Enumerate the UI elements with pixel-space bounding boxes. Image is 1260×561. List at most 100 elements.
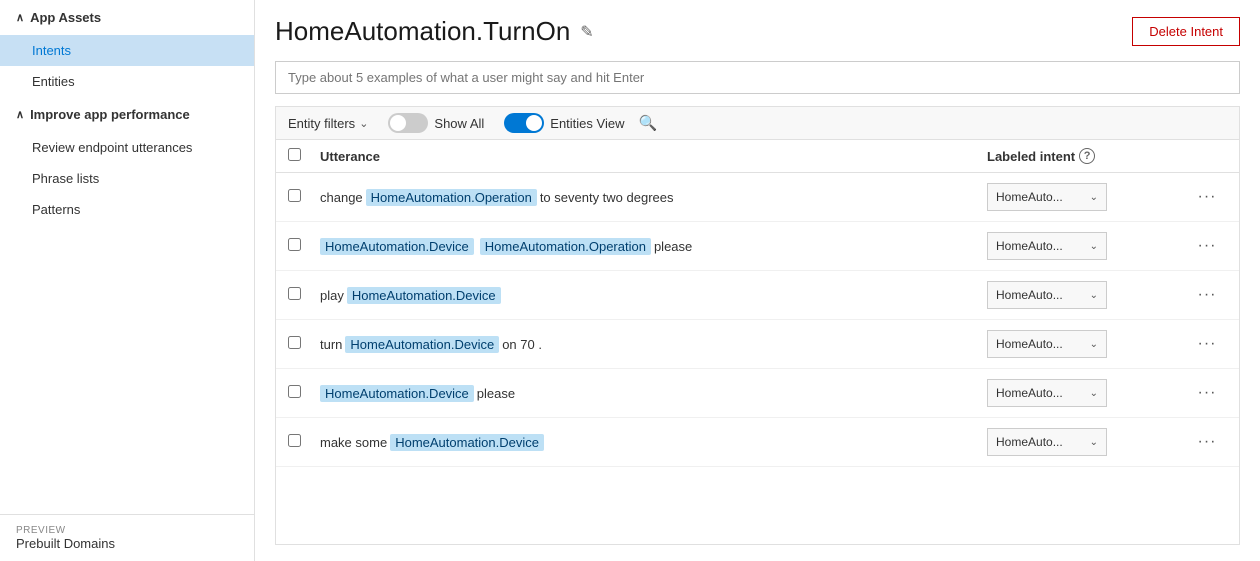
row-actions: ···	[1187, 237, 1227, 255]
row-more-button[interactable]: ···	[1194, 433, 1221, 451]
intent-label: HomeAuto...	[996, 190, 1086, 204]
table-body: change HomeAutomation.Operation to seven…	[276, 173, 1239, 467]
entity-filters-button[interactable]: Entity filters ⌄	[288, 116, 368, 131]
main-content: HomeAutomation.TurnOn ✎ Delete Intent En…	[255, 0, 1260, 561]
utterance-text: change HomeAutomation.Operation to seven…	[320, 189, 987, 206]
entities-view-label: Entities View	[550, 116, 624, 131]
col-labeled-intent-header: Labeled intent ?	[987, 148, 1187, 164]
intent-label: HomeAuto...	[996, 288, 1086, 302]
labeled-intent-cell: HomeAuto...⌄	[987, 281, 1187, 309]
row-checkbox	[288, 434, 312, 450]
review-label: Review endpoint utterances	[32, 140, 192, 155]
entities-toggle-knob	[526, 115, 542, 131]
table-row: play HomeAutomation.DeviceHomeAuto...⌄··…	[276, 271, 1239, 320]
labeled-intent-cell: HomeAuto...⌄	[987, 330, 1187, 358]
delete-intent-button[interactable]: Delete Intent	[1132, 17, 1240, 46]
entity-tag[interactable]: HomeAutomation.Operation	[480, 238, 651, 255]
search-icon: 🔍	[638, 115, 657, 132]
row-select-checkbox[interactable]	[288, 287, 301, 300]
intent-dropdown[interactable]: HomeAuto...⌄	[987, 428, 1107, 456]
sidebar-prebuilt-domains[interactable]: PREVIEW Prebuilt Domains	[0, 514, 254, 561]
sidebar-section-app-assets[interactable]: ∧ App Assets	[0, 0, 254, 35]
row-more-button[interactable]: ···	[1194, 188, 1221, 206]
utterance-plain-text: change	[320, 190, 363, 205]
utterance-plain-text: please	[654, 239, 692, 254]
row-actions: ···	[1187, 188, 1227, 206]
labeled-intent-help-icon[interactable]: ?	[1079, 148, 1095, 164]
row-checkbox	[288, 385, 312, 401]
intent-dropdown[interactable]: HomeAuto...⌄	[987, 183, 1107, 211]
row-select-checkbox[interactable]	[288, 385, 301, 398]
sidebar-item-phrase-lists[interactable]: Phrase lists	[0, 163, 254, 194]
table-row: turn HomeAutomation.Device on 70 .HomeAu…	[276, 320, 1239, 369]
app-assets-label: App Assets	[30, 10, 101, 25]
row-more-button[interactable]: ···	[1194, 335, 1221, 353]
entity-tag[interactable]: HomeAutomation.Device	[320, 385, 474, 402]
entities-view-toggle[interactable]	[504, 113, 544, 133]
utterance-text: turn HomeAutomation.Device on 70 .	[320, 336, 987, 353]
sidebar: ∧ App Assets Intents Entities ∧ Improve …	[0, 0, 255, 561]
row-select-checkbox[interactable]	[288, 189, 301, 202]
row-select-checkbox[interactable]	[288, 238, 301, 251]
row-checkbox	[288, 287, 312, 303]
utterance-text: HomeAutomation.Device HomeAutomation.Ope…	[320, 238, 987, 255]
intent-dropdown[interactable]: HomeAuto... ⌄	[987, 379, 1107, 407]
row-checkbox	[288, 336, 312, 352]
entity-tag[interactable]: HomeAutomation.Device	[347, 287, 501, 304]
labeled-intent-cell: HomeAuto...⌄	[987, 428, 1187, 456]
entity-tag[interactable]: HomeAutomation.Device	[320, 238, 474, 255]
select-all-input[interactable]	[288, 148, 301, 161]
intent-dropdown-chevron-icon: ⌄	[1090, 241, 1098, 252]
row-checkbox	[288, 189, 312, 205]
row-more-button[interactable]: ···	[1194, 384, 1221, 402]
intent-dropdown-chevron-icon: ⌄	[1090, 437, 1098, 448]
utterance-plain-text: play	[320, 288, 344, 303]
edit-title-icon[interactable]: ✎	[580, 22, 593, 42]
intent-dropdown[interactable]: HomeAuto...⌄	[987, 281, 1107, 309]
entities-view-toggle-group: Entities View	[504, 113, 624, 133]
entity-tag[interactable]: HomeAutomation.Operation	[366, 189, 537, 206]
select-all-checkbox[interactable]	[288, 148, 312, 164]
row-actions: ···	[1187, 335, 1227, 353]
page-title: HomeAutomation.TurnOn ✎	[275, 16, 594, 47]
sidebar-item-patterns[interactable]: Patterns	[0, 194, 254, 225]
sidebar-section-improve[interactable]: ∧ Improve app performance	[0, 97, 254, 132]
row-select-checkbox[interactable]	[288, 434, 301, 447]
utterances-table: Utterance Labeled intent ? change HomeAu…	[275, 140, 1240, 545]
page-title-text: HomeAutomation.TurnOn	[275, 16, 570, 47]
row-more-button[interactable]: ···	[1194, 286, 1221, 304]
intent-label: HomeAuto...	[996, 386, 1086, 400]
row-select-checkbox[interactable]	[288, 336, 301, 349]
utterance-search-input[interactable]	[275, 61, 1240, 94]
intent-label: HomeAuto...	[996, 239, 1086, 253]
labeled-intent-cell: HomeAuto... ⌄	[987, 379, 1187, 407]
intent-dropdown-chevron-icon: ⌄	[1090, 388, 1098, 399]
sidebar-item-review[interactable]: Review endpoint utterances	[0, 132, 254, 163]
entity-filters-label: Entity filters	[288, 116, 355, 131]
intent-dropdown[interactable]: HomeAuto...⌄	[987, 330, 1107, 358]
sidebar-item-entities[interactable]: Entities	[0, 66, 254, 97]
show-all-toggle-group: Show All	[388, 113, 484, 133]
patterns-label: Patterns	[32, 202, 80, 217]
intent-dropdown[interactable]: HomeAuto... ⌄	[987, 232, 1107, 260]
search-button[interactable]: 🔍	[638, 114, 657, 132]
intent-dropdown-chevron-icon: ⌄	[1090, 339, 1098, 350]
entity-tag[interactable]: HomeAutomation.Device	[345, 336, 499, 353]
sidebar-top: ∧ App Assets Intents Entities ∧ Improve …	[0, 0, 254, 225]
collapse-app-assets-icon: ∧	[16, 11, 24, 24]
show-all-toggle[interactable]	[388, 113, 428, 133]
utterance-plain-text: on 70 .	[502, 337, 542, 352]
entity-tag[interactable]: HomeAutomation.Device	[390, 434, 544, 451]
row-more-button[interactable]: ···	[1194, 237, 1221, 255]
utterance-text: play HomeAutomation.Device	[320, 287, 987, 304]
utterance-text: HomeAutomation.Device please	[320, 385, 987, 402]
table-row: make some HomeAutomation.DeviceHomeAuto.…	[276, 418, 1239, 467]
sidebar-item-intents[interactable]: Intents	[0, 35, 254, 66]
row-actions: ···	[1187, 286, 1227, 304]
row-actions: ···	[1187, 433, 1227, 451]
utterance-plain-text: please	[477, 386, 515, 401]
utterance-text: make some HomeAutomation.Device	[320, 434, 987, 451]
collapse-improve-icon: ∧	[16, 108, 24, 121]
col-utterance-header: Utterance	[320, 149, 987, 164]
labeled-intent-cell: HomeAuto...⌄	[987, 183, 1187, 211]
